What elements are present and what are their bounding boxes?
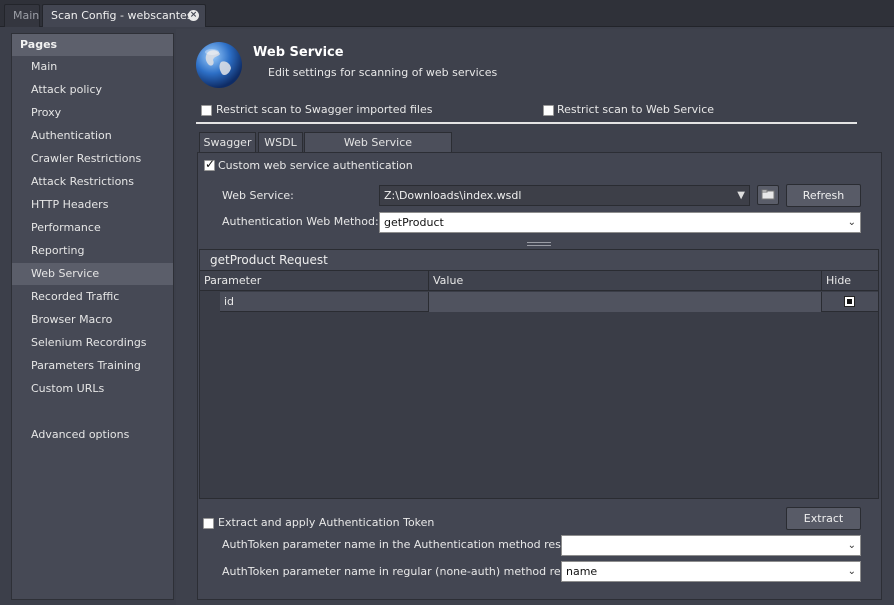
column-hide[interactable]: Hide (822, 271, 878, 291)
sidebar-item-proxy[interactable]: Proxy (12, 102, 173, 124)
divider (196, 122, 857, 124)
folder-icon (761, 189, 775, 200)
extract-button[interactable]: Extract (786, 507, 861, 530)
chevron-down-icon: ⌄ (847, 566, 856, 577)
grid-header: Parameter Value Hide (200, 271, 878, 291)
cell-parameter[interactable]: id (220, 292, 429, 312)
close-icon[interactable]: × (188, 10, 199, 21)
sidebar-item-authentication[interactable]: Authentication (12, 125, 173, 147)
refresh-button[interactable]: Refresh (786, 184, 861, 207)
page-title: Web Service (253, 45, 344, 60)
sidebar-item-main[interactable]: Main (12, 56, 173, 78)
sidebar-item-crawler-restrictions[interactable]: Crawler Restrictions (12, 148, 173, 170)
column-value[interactable]: Value (429, 271, 822, 291)
auth-method-select[interactable]: getProduct ⌄ (379, 212, 861, 233)
request-param-select[interactable]: name ⌄ (561, 561, 861, 582)
dropdown-arrow-icon: ▼ (737, 190, 745, 201)
sidebar-item-http-headers[interactable]: HTTP Headers (12, 194, 173, 216)
response-param-label: AuthToken parameter name in the Authenti… (222, 538, 598, 551)
table-row[interactable]: id (220, 292, 878, 312)
chevron-down-icon: ⌄ (847, 540, 856, 551)
page-subtitle: Edit settings for scanning of web servic… (268, 66, 498, 79)
sidebar-item-advanced-options[interactable]: Advanced options (12, 424, 173, 446)
web-service-value: Z:\Downloads\index.wsdl (384, 189, 522, 202)
tab-scan-config[interactable]: Scan Config - webscantest × (42, 4, 206, 27)
auth-method-label: Authentication Web Method: (222, 215, 379, 228)
tab-wsdl[interactable]: WSDL (258, 132, 303, 153)
web-service-select[interactable]: Z:\Downloads\index.wsdl ▼ (379, 185, 750, 206)
request-param-value: name (566, 565, 598, 578)
auth-method-value: getProduct (384, 216, 444, 229)
globe-icon (196, 42, 242, 88)
tab-web-service-authentication[interactable]: Web Service Authentication (304, 132, 452, 169)
request-panel: getProduct Request Parameter Value Hide … (199, 249, 879, 499)
sidebar-item-attack-policy[interactable]: Attack policy (12, 79, 173, 101)
restrict-ws-checkbox[interactable] (543, 105, 554, 116)
custom-auth-checkbox[interactable] (204, 157, 215, 171)
restrict-ws-label: Restrict scan to Web Service (557, 103, 715, 116)
browse-folder-button[interactable] (757, 185, 779, 205)
web-service-label: Web Service: (222, 189, 294, 202)
sidebar-item-performance[interactable]: Performance (12, 217, 173, 239)
sidebar-item-web-service[interactable]: Web Service (12, 263, 173, 285)
extract-token-label: Extract and apply Authentication Token (218, 516, 435, 529)
request-title: getProduct Request (200, 250, 878, 271)
response-param-select[interactable]: ⌄ (561, 535, 861, 556)
pages-sidebar: Pages Main Attack policy Proxy Authentic… (11, 33, 174, 600)
extract-token-checkbox[interactable] (203, 518, 214, 529)
tab-swagger[interactable]: Swagger (199, 132, 256, 153)
document-tab-strip: Main Scan Config - webscantest × (0, 0, 894, 27)
sidebar-item-attack-restrictions[interactable]: Attack Restrictions (12, 171, 173, 193)
tab-main[interactable]: Main (4, 4, 40, 27)
hide-checkbox[interactable] (844, 296, 855, 307)
request-param-label: AuthToken parameter name in regular (non… (222, 565, 596, 578)
cell-hide (822, 292, 878, 312)
splitter-handle[interactable] (527, 242, 551, 246)
sidebar-item-reporting[interactable]: Reporting (12, 240, 173, 262)
custom-auth-label: Custom web service authentication (218, 159, 413, 172)
sidebar-header: Pages (12, 34, 173, 56)
chevron-down-icon: ⌄ (847, 217, 856, 228)
column-parameter[interactable]: Parameter (200, 271, 429, 291)
restrict-swagger-checkbox[interactable] (201, 105, 212, 116)
restrict-swagger-label: Restrict scan to Swagger imported files (216, 103, 433, 116)
sidebar-item-custom-urls[interactable]: Custom URLs (12, 378, 173, 400)
tab-scan-config-label: Scan Config - webscantest (51, 9, 197, 22)
sidebar-item-recorded-traffic[interactable]: Recorded Traffic (12, 286, 173, 308)
sidebar-item-browser-macro[interactable]: Browser Macro (12, 309, 173, 331)
cell-value[interactable] (429, 292, 822, 312)
sidebar-item-selenium-recordings[interactable]: Selenium Recordings (12, 332, 173, 354)
sidebar-item-parameters-training[interactable]: Parameters Training (12, 355, 173, 377)
